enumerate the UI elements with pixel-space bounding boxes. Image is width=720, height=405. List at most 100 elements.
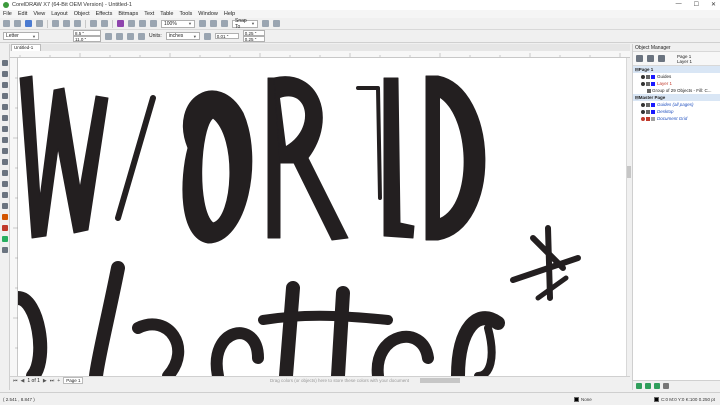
layer-properties-icon[interactable] <box>636 55 643 62</box>
eye-icon[interactable] <box>641 109 645 114</box>
last-page-icon[interactable]: ⏭ <box>50 378 55 384</box>
drawing-canvas[interactable] <box>18 58 626 376</box>
new-master-layer-icon[interactable] <box>645 382 651 389</box>
outline-indicator[interactable]: C:0 M:0 Y:0 K:100 0.250 pt <box>654 396 715 402</box>
tree-item-group[interactable]: Group of 29 Objects - Fill: C... <box>633 87 720 94</box>
tree-item-guides[interactable]: Guides <box>633 73 720 80</box>
eye-icon[interactable] <box>641 81 645 86</box>
parallel-dimension-icon[interactable] <box>1 170 8 176</box>
undo-icon[interactable] <box>90 20 97 27</box>
transparency-icon[interactable] <box>1 203 8 209</box>
color-eyedropper-icon[interactable] <box>1 214 8 220</box>
printer-icon[interactable] <box>646 109 650 114</box>
tab-untitled-1[interactable]: Untitled-1 <box>11 44 41 51</box>
shape-tool-icon[interactable] <box>1 71 8 77</box>
print-icon[interactable] <box>36 20 43 27</box>
save-icon[interactable] <box>25 20 32 27</box>
horizontal-ruler[interactable] <box>10 51 630 58</box>
menu-edit[interactable]: Edit <box>18 11 27 17</box>
redo-icon[interactable] <box>101 20 108 27</box>
crop-tool-icon[interactable] <box>1 82 8 88</box>
grid-icon[interactable] <box>221 20 228 27</box>
menu-bitmaps[interactable]: Bitmaps <box>118 11 138 17</box>
add-page-icon[interactable]: + <box>57 378 60 384</box>
all-pages-icon[interactable] <box>127 32 134 40</box>
menu-view[interactable]: View <box>33 11 45 17</box>
zoom-tool-icon[interactable] <box>1 93 8 99</box>
tree-item-master-page[interactable]: ⊟ Master Page <box>633 94 720 101</box>
first-page-icon[interactable]: ⏮ <box>13 378 18 384</box>
menu-window[interactable]: Window <box>198 11 218 17</box>
menu-table[interactable]: Table <box>160 11 173 17</box>
printer-icon[interactable] <box>646 102 650 107</box>
tree-item-guides-all[interactable]: Guides (all pages) <box>633 101 720 108</box>
rulers-icon[interactable] <box>210 20 217 27</box>
options-icon[interactable] <box>262 20 269 27</box>
menu-effects[interactable]: Effects <box>96 11 113 17</box>
import-icon[interactable] <box>128 20 135 27</box>
menu-text[interactable]: Text <box>144 11 154 17</box>
tree-item-document-grid[interactable]: Document Grid <box>633 115 720 122</box>
printer-icon[interactable] <box>646 74 650 79</box>
tree-item-layer-1[interactable]: Layer 1 <box>633 80 720 87</box>
layer-manager-view-icon[interactable] <box>647 55 654 62</box>
application-launcher-icon[interactable] <box>273 20 280 27</box>
copy-icon[interactable] <box>63 20 70 27</box>
add-tool-icon[interactable] <box>1 247 8 253</box>
connector-tool-icon[interactable] <box>1 181 8 187</box>
zoom-level-select[interactable]: 100% ▼ <box>161 19 195 28</box>
printer-icon[interactable] <box>646 116 650 121</box>
open-icon[interactable] <box>14 20 21 27</box>
horizontal-scrollbar-thumb[interactable] <box>420 378 460 383</box>
new-document-icon[interactable] <box>3 20 10 27</box>
minimize-button[interactable]: — <box>676 1 682 8</box>
vertical-scrollbar[interactable] <box>626 58 631 376</box>
interactive-fill-icon[interactable] <box>1 225 8 231</box>
artistic-media-icon[interactable] <box>1 115 8 121</box>
eye-icon[interactable] <box>641 74 645 79</box>
printer-icon[interactable] <box>646 81 650 86</box>
export-icon[interactable] <box>139 20 146 27</box>
tab-page-1[interactable]: Page 1 <box>63 377 84 384</box>
menu-help[interactable]: Help <box>224 11 235 17</box>
smart-fill-icon[interactable] <box>1 236 8 242</box>
delete-icon[interactable] <box>663 382 669 389</box>
portrait-icon[interactable] <box>105 32 112 40</box>
next-page-icon[interactable]: ▶ <box>43 378 47 384</box>
menu-layout[interactable]: Layout <box>51 11 68 17</box>
menu-object[interactable]: Object <box>74 11 90 17</box>
text-tool-icon[interactable] <box>1 159 8 165</box>
polygon-tool-icon[interactable] <box>1 148 8 154</box>
page-height-input[interactable]: 11.0 " <box>73 36 101 42</box>
lettering-artwork[interactable] <box>18 58 626 376</box>
paste-icon[interactable] <box>74 20 81 27</box>
landscape-icon[interactable] <box>116 32 123 40</box>
nudge-distance-input[interactable]: 0.01 " <box>214 33 239 39</box>
tree-item-page-1[interactable]: ⊟ Page 1 <box>633 66 720 73</box>
eye-icon[interactable] <box>641 116 645 121</box>
new-master-layer-all-icon[interactable] <box>654 382 660 389</box>
previous-page-icon[interactable]: ◀ <box>21 378 25 384</box>
duplicate-y-input[interactable]: 0.25 " <box>242 36 265 42</box>
freehand-tool-icon[interactable] <box>1 104 8 110</box>
new-layer-icon[interactable] <box>636 382 642 389</box>
tree-item-desktop[interactable]: Desktop <box>633 108 720 115</box>
maximize-button[interactable]: ☐ <box>694 1 699 8</box>
ellipse-tool-icon[interactable] <box>1 137 8 143</box>
menu-file[interactable]: File <box>3 11 12 17</box>
search-content-icon[interactable] <box>117 20 124 27</box>
vertical-ruler[interactable] <box>10 58 18 376</box>
edit-across-layers-icon[interactable] <box>658 55 665 62</box>
current-page-icon[interactable] <box>138 32 145 40</box>
page-size-select[interactable]: Letter ▼ <box>3 32 39 40</box>
drop-shadow-icon[interactable] <box>1 192 8 198</box>
scrollbar-thumb[interactable] <box>627 166 631 178</box>
rectangle-tool-icon[interactable] <box>1 126 8 132</box>
pick-tool-icon[interactable] <box>1 60 8 66</box>
units-select[interactable]: inches ▼ <box>165 32 200 40</box>
publish-pdf-icon[interactable] <box>150 20 157 27</box>
menu-tools[interactable]: Tools <box>179 11 192 17</box>
cut-icon[interactable] <box>52 20 59 27</box>
fill-indicator[interactable]: None <box>574 396 592 402</box>
snap-to-dropdown[interactable]: Snap To ▼ <box>232 18 258 30</box>
